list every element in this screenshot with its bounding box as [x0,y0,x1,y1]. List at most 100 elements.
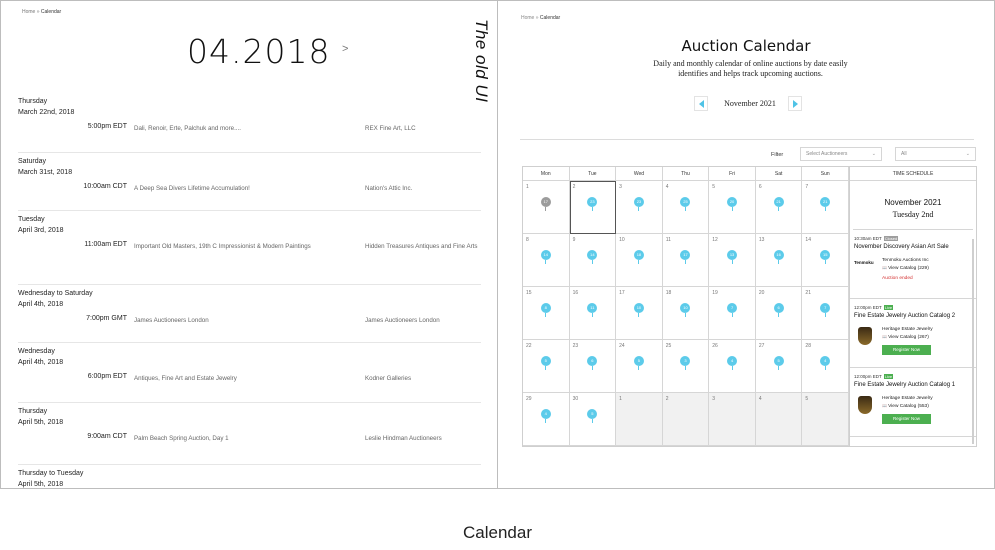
event-auction-house[interactable]: Leslie Hindman Auctioneers [365,433,480,444]
event-title-link[interactable]: Dali, Renoir, Erte, Palchuk and more.... [134,123,354,134]
calendar-day-cell[interactable]: 1 17 [523,181,570,234]
auction-count-marker-icon[interactable]: 8 [540,303,551,317]
calendar-day-cell[interactable]: 9 14 [569,234,617,287]
calendar-day-cell[interactable]: 18 10 [662,287,710,340]
auctioneer-select[interactable]: Select Auctioneers ⌄ [800,147,882,161]
category-select[interactable]: All ⌄ [895,147,976,161]
auction-count-marker-icon[interactable]: 5 [540,356,551,370]
auction-count-marker-icon[interactable]: 4 [820,356,831,370]
register-now-button[interactable]: Register Now [882,414,931,424]
event-auction-house[interactable]: REX Fine Art, LLC [365,123,480,134]
calendar-day-cell[interactable]: 21 7 [802,287,849,340]
calendar-day-cell[interactable]: 2 23 [569,181,617,234]
schedule-item-title[interactable]: Fine Estate Jewelry Auction Catalog 1 [854,382,972,388]
event-auction-house[interactable]: James Auctioneers London [365,315,480,326]
auction-count-marker-icon[interactable]: 7 [727,303,738,317]
event-auction-house[interactable]: Kodner Galleries [365,373,480,384]
calendar-day-cell[interactable]: 30 5 [569,393,617,446]
breadcrumb-home[interactable]: Home [22,9,35,15]
calendar-day-cell[interactable]: 16 11 [569,287,617,340]
auction-count-marker-icon[interactable]: 14 [540,250,551,264]
event-item[interactable]: Thursday to TuesdayApril 5th, 20186:00pm… [18,468,481,488]
calendar-day-cell[interactable]: 20 6 [755,287,803,340]
calendar-day-cell[interactable]: 14 15 [802,234,849,287]
calendar-day-cell[interactable]: 13 16 [755,234,803,287]
calendar-day-cell[interactable]: 11 17 [662,234,710,287]
register-now-button[interactable]: Register Now [882,345,931,355]
event-item[interactable]: Wednesday April 4th, 2018 6:00pm EDT Antiqu… [18,346,481,403]
auction-count-marker-icon[interactable]: 25 [680,197,691,211]
event-item[interactable]: Wednesday to Saturday April 4th, 2018 7:00… [18,288,481,343]
calendar-day-cell[interactable]: 24 5 [616,340,663,393]
auction-count-marker-icon[interactable]: 10 [680,303,691,317]
auction-count-marker-icon[interactable]: 5 [587,409,598,423]
calendar-day-cell[interactable]: 26 4 [709,340,756,393]
calendar-day-cell[interactable]: 2 [662,393,710,446]
auction-count-marker-icon[interactable]: 20 [727,197,738,211]
event-item[interactable]: Thursday April 5th, 2018 9:00am CDT Palm Be… [18,406,481,465]
auction-count-marker-icon[interactable]: 4 [727,356,738,370]
auction-house-name[interactable]: Heritage Estate Jewelry [882,327,933,332]
auction-count-marker-icon[interactable]: 5 [773,356,784,370]
calendar-day-cell[interactable]: 17 10 [616,287,663,340]
calendar-day-cell[interactable]: 22 5 [523,340,570,393]
auction-count-marker-icon[interactable]: 14 [587,250,598,264]
auction-house-name[interactable]: Heritage Estate Jewelry [882,396,933,401]
calendar-day-cell[interactable]: 5 20 [709,181,756,234]
auction-count-marker-icon[interactable]: 10 [633,303,644,317]
auction-count-marker-icon[interactable]: 18 [633,250,644,264]
calendar-day-cell[interactable]: 3 [709,393,756,446]
auction-count-marker-icon[interactable]: 5 [633,356,644,370]
calendar-day-cell[interactable]: 4 [755,393,803,446]
schedule-scrollbar[interactable] [972,239,974,444]
calendar-day-cell[interactable]: 4 25 [662,181,710,234]
auction-count-marker-icon[interactable]: 16 [773,250,784,264]
event-title-link[interactable]: James Auctioneers London [134,315,354,326]
calendar-day-cell[interactable]: 15 8 [523,287,570,340]
auction-count-marker-icon[interactable]: 23 [633,197,644,211]
calendar-day-cell[interactable]: 19 7 [709,287,756,340]
auction-count-marker-icon[interactable]: 13 [727,250,738,264]
event-auction-house[interactable]: Nation's Attic Inc. [365,183,480,194]
auction-count-marker-icon[interactable]: 21 [820,197,831,211]
calendar-day-cell[interactable]: 8 14 [523,234,570,287]
auction-count-marker-icon[interactable]: 21 [773,197,784,211]
event-title-link[interactable]: Antiques, Fine Art and Estate Jewelry [134,373,354,384]
calendar-day-cell[interactable]: 25 3 [662,340,710,393]
event-auction-house[interactable]: Hidden Treasures Antiques and Fine Arts [365,241,480,252]
event-title-link[interactable]: A Deep Sea Divers Lifetime Accumulation! [134,183,354,194]
next-month-icon[interactable]: > [342,43,348,55]
view-catalog-link[interactable]: 📖 View Catalog (267) [882,334,929,340]
auction-count-marker-icon[interactable]: 7 [820,303,831,317]
calendar-day-cell[interactable]: 7 21 [802,181,849,234]
event-item[interactable]: Saturday March 31st, 2018 10:00am CDT A Dee… [18,156,481,211]
auction-count-marker-icon[interactable]: 11 [587,303,598,317]
calendar-day-cell[interactable]: 3 23 [616,181,663,234]
calendar-day-cell[interactable]: 10 18 [616,234,663,287]
auction-count-marker-icon[interactable]: 23 [587,197,598,211]
view-catalog-link[interactable]: 📖 View Catalog (229) [882,265,929,271]
calendar-day-cell[interactable]: 29 4 [523,393,570,446]
schedule-item-title[interactable]: Fine Estate Jewelry Auction Catalog 2 [854,313,972,319]
calendar-day-cell[interactable]: 28 4 [802,340,849,393]
event-title-link[interactable]: Palm Beach Spring Auction, Day 1 [134,433,354,444]
next-month-button[interactable] [788,96,802,111]
calendar-day-cell[interactable]: 27 5 [755,340,803,393]
auction-count-marker-icon[interactable]: 4 [540,409,551,423]
calendar-day-cell[interactable]: 5 [802,393,849,446]
calendar-day-cell[interactable]: 1 [616,393,663,446]
auction-count-marker-icon[interactable]: 3 [680,356,691,370]
auction-count-marker-icon[interactable]: 15 [820,250,831,264]
auction-count-marker-icon[interactable]: 17 [540,197,551,211]
auction-count-marker-icon[interactable]: 17 [680,250,691,264]
breadcrumb-home[interactable]: Home [521,15,534,21]
auction-house-name[interactable]: Tenmoku Auctions Inc [882,258,929,263]
event-item[interactable]: Thursday March 22nd, 2018 5:00pm EDT Dali, … [18,96,481,153]
calendar-day-cell[interactable]: 12 13 [709,234,756,287]
auction-count-marker-icon[interactable]: 6 [773,303,784,317]
view-catalog-link[interactable]: 📖 View Catalog (553) [882,403,929,409]
auction-count-marker-icon[interactable]: 6 [587,356,598,370]
event-item[interactable]: Tuesday April 3rd, 2018 11:00am EDT Importa… [18,214,481,285]
schedule-item-title[interactable]: November Discovery Asian Art Sale [854,244,972,250]
calendar-day-cell[interactable]: 6 21 [755,181,803,234]
